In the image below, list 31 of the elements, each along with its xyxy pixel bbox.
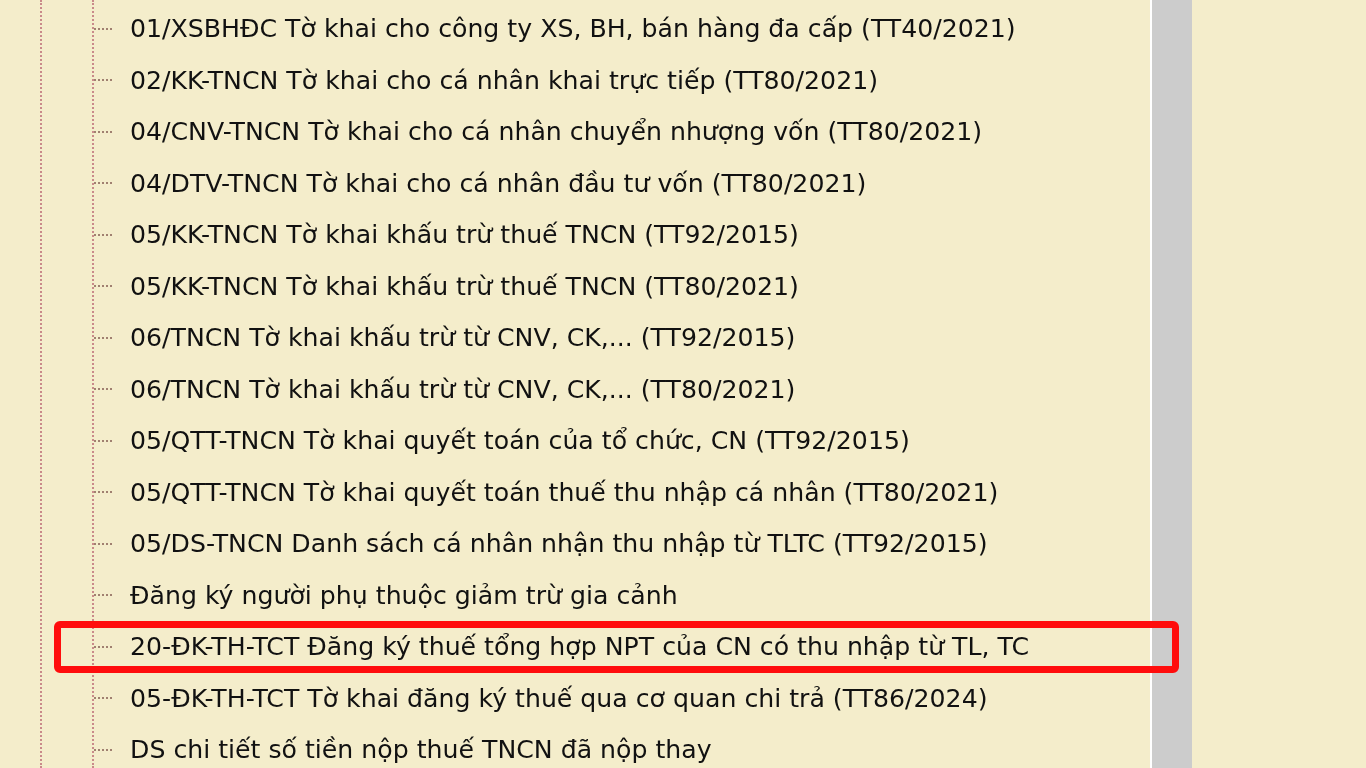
tree-item[interactable]: 04/DTV-TNCN Tờ khai cho cá nhân đầu tư vốn (TT80/2021) xyxy=(130,168,867,198)
tree-item[interactable]: 05/DS-TNCN Danh sách cá nhân nhận thu nhập từ TLTC (TT92/2015) xyxy=(130,529,988,559)
tree-item[interactable]: 05/KK-TNCN Tờ khai khấu trừ thuế TNCN (TT92/2015) xyxy=(130,220,799,250)
tree-item[interactable]: 05/QTT-TNCN Tờ khai quyết toán của tổ chức, CN (TT92/2015) xyxy=(130,426,910,456)
tree-item[interactable]: 05-ĐK-TH-TCT Tờ khai đăng ký thuế qua cơ quan chi trả (TT86/2024) xyxy=(130,683,988,713)
tree-branch-line xyxy=(94,542,112,545)
tree-branch-line xyxy=(94,336,112,339)
tree-branch-line xyxy=(94,697,112,700)
tree-branch-line xyxy=(94,27,112,30)
tree-item[interactable]: 02/KK-TNCN Tờ khai cho cá nhân khai trực tiếp (TT80/2021) xyxy=(130,65,879,95)
tree-branch-line xyxy=(94,182,112,185)
tree-item[interactable]: DS chi tiết số tiền nộp thuế TNCN đã nộp thay xyxy=(130,735,712,765)
tree-branch-line xyxy=(94,79,112,82)
tree-branch-line xyxy=(94,130,112,133)
tree-branch-line xyxy=(94,285,112,288)
tree-item[interactable]: 06/TNCN Tờ khai khấu trừ từ CNV, CK,... (TT92/2015) xyxy=(130,323,796,353)
tree-item[interactable]: Đăng ký người phụ thuộc giảm trừ gia cảnh xyxy=(130,580,678,610)
tree-item[interactable]: 06/TNCN Tờ khai khấu trừ từ CNV, CK,... (TT80/2021) xyxy=(130,374,796,404)
tree-branch-line xyxy=(94,645,112,648)
tree-branch-line xyxy=(94,491,112,494)
tree-item[interactable]: 20-ĐK-TH-TCT Đăng ký thuế tổng hợp NPT của CN có thu nhập từ TL, TC xyxy=(130,632,1030,662)
tree-branch-line xyxy=(94,439,112,442)
tree-item[interactable]: 01/XSBHĐC Tờ khai cho công ty XS, BH, bán hàng đa cấp (TT40/2021) xyxy=(130,14,1016,44)
tree-branch-line xyxy=(94,594,112,597)
tree-branch-line xyxy=(94,388,112,391)
tree-item[interactable]: 05/QTT-TNCN Tờ khai quyết toán thuế thu nhập cá nhân (TT80/2021) xyxy=(130,477,999,507)
scrollbar[interactable] xyxy=(1150,0,1192,768)
tree-item[interactable]: 05/KK-TNCN Tờ khai khấu trừ thuế TNCN (TT80/2021) xyxy=(130,271,799,301)
tree-branch-line xyxy=(94,748,112,751)
tree-item[interactable]: 04/CNV-TNCN Tờ khai cho cá nhân chuyển nhượng vốn (TT80/2021) xyxy=(130,117,983,147)
tree-branch-line xyxy=(94,233,112,236)
